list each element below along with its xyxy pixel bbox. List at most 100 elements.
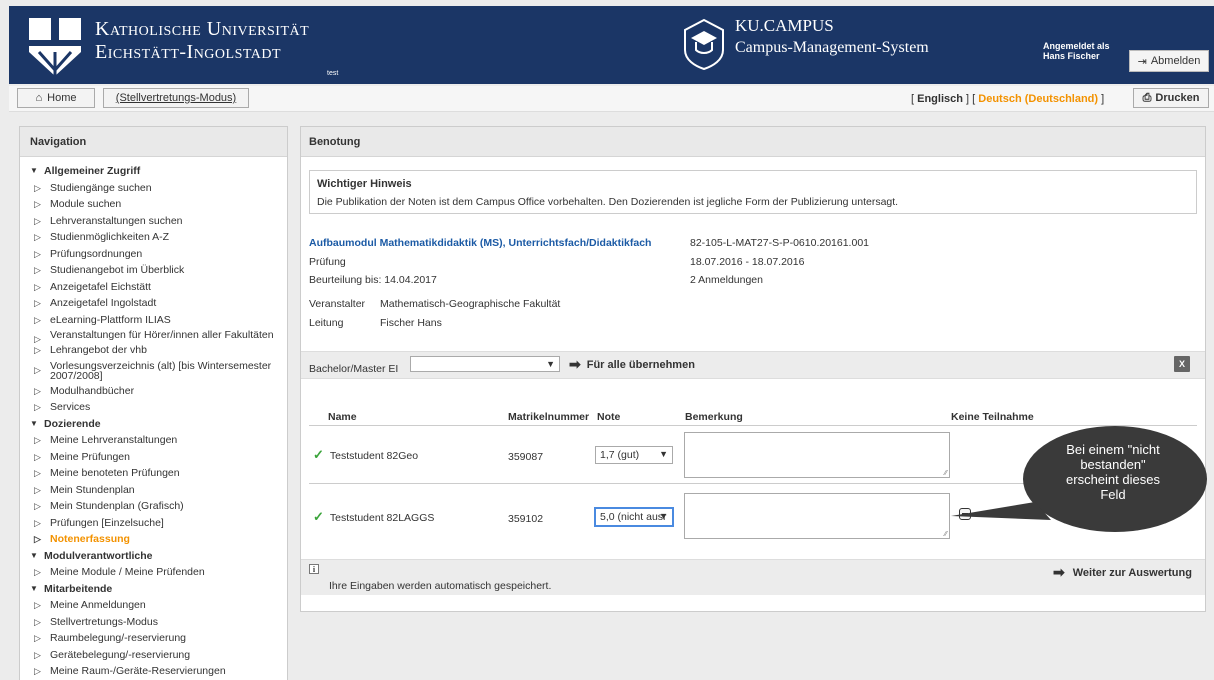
university-name-line2: Eichstätt-Ingolstadt [95, 41, 282, 63]
column-remark: Bemerkung [685, 411, 743, 423]
navigation-panel: Navigation Allgemeiner ZugriffStudiengän… [19, 126, 288, 680]
top-header: Katholische Universität Eichstätt-Ingols… [9, 6, 1214, 84]
login-label: Angemeldet als [1043, 41, 1110, 51]
logout-button[interactable]: ⇥ Abmelden [1129, 50, 1209, 72]
substitute-mode-button[interactable]: (Stellvertretungs-Modus) [103, 88, 249, 108]
sidebar-item-8[interactable]: Anzeigetafel Ingolstadt [30, 295, 287, 312]
grading-deadline: Beurteilung bis: 14.04.2017 [309, 274, 437, 286]
sidebar-item-14[interactable]: Services [30, 399, 287, 416]
user-name: Hans Fischer [1043, 51, 1100, 61]
sidebar-item-4[interactable]: Studienmöglichkeiten A-Z [30, 229, 287, 246]
arrow-right-icon: ➡ [1053, 564, 1065, 580]
lang-separator: ] [ [966, 93, 976, 105]
sidebar-item-2[interactable]: Module suchen [30, 196, 287, 213]
sidebar-item-9[interactable]: eLearning-Plattform ILIAS [30, 312, 287, 329]
table-row-2-name: ✓ Teststudent 82LAGGS [313, 509, 434, 525]
apply-all-label: Bachelor/Master EI [309, 363, 399, 375]
registration-count: 2 Anmeldungen [690, 274, 763, 286]
sidebar-item-30[interactable]: Meine Raum-/Geräte-Reservierungen [30, 663, 287, 680]
chevron-down-icon: ▼ [659, 449, 668, 459]
sidebar-item-20[interactable]: Mein Stundenplan (Grafisch) [30, 498, 287, 515]
campus-title: KU.CAMPUS [735, 16, 834, 35]
sidebar-item-3[interactable]: Lehrveranstaltungen suchen [30, 213, 287, 230]
sidebar-item-13[interactable]: Modulhandbücher [30, 383, 287, 400]
column-name: Name [328, 411, 357, 423]
home-label: Home [47, 92, 77, 104]
checkmark-icon: ✓ [313, 509, 324, 524]
important-notice: Wichtiger Hinweis Die Publikation der No… [309, 170, 1197, 214]
sidebar-item-5[interactable]: Prüfungsordnungen [30, 246, 287, 263]
print-button[interactable]: ⎙ Drucken [1133, 88, 1209, 108]
continue-to-evaluation-button[interactable]: ➡ Weiter zur Auswertung [1053, 564, 1192, 581]
course-id: 82-105-L-MAT27-S-P-0610.20161.001 [690, 237, 869, 249]
organizer-value: Mathematisch-Geographische Fakultät [380, 298, 561, 310]
university-name: Katholische Universität Eichstätt-Ingols… [95, 18, 309, 64]
home-icon: ⌂ [35, 92, 43, 104]
callout-line-4: Feld [1100, 487, 1126, 502]
sidebar-item-27[interactable]: Stellvertretungs-Modus [30, 614, 287, 631]
nav-group-25[interactable]: Mitarbeitende [30, 581, 287, 598]
footer-bar: i Ihre Eingaben werden automatisch gespe… [301, 559, 1205, 595]
grade-value: 5,0 (nicht ausr [600, 511, 667, 523]
apply-all-button[interactable]: ➡ Für alle übernehmen [569, 356, 695, 373]
sidebar-item-26[interactable]: Meine Anmeldungen [30, 597, 287, 614]
info-icon: i [309, 564, 319, 574]
organizer-label: Veranstalter [309, 298, 366, 310]
sidebar-item-7[interactable]: Anzeigetafel Eichstätt [30, 279, 287, 296]
lead-value: Fischer Hans [380, 317, 442, 329]
notice-title: Wichtiger Hinweis [317, 178, 412, 190]
autosave-notice: Ihre Eingaben werden automatisch gespeic… [329, 580, 552, 592]
sidebar-item-28[interactable]: Raumbelegung/-reservierung [30, 630, 287, 647]
sidebar-item-12[interactable]: Vorlesungsverzeichnis (alt) [bis Winters… [30, 359, 287, 383]
nav-group-23[interactable]: Modulverantwortliche [30, 548, 287, 565]
student-name: Teststudent 82LAGGS [329, 512, 435, 524]
logout-label: Abmelden [1150, 55, 1201, 67]
logout-icon: ⇥ [1137, 55, 1147, 68]
print-label: Drucken [1155, 92, 1200, 104]
lang-english-link[interactable]: Englisch [917, 93, 963, 105]
sidebar-item-19[interactable]: Mein Stundenplan [30, 482, 287, 499]
lang-bracket-open: [ [911, 93, 915, 105]
sidebar-item-29[interactable]: Gerätebelegung/-reservierung [30, 647, 287, 664]
grade-select[interactable]: 5,0 (nicht ausr ▼ [595, 508, 673, 526]
nav-group-0[interactable]: Allgemeiner Zugriff [30, 163, 287, 180]
sidebar-item-21[interactable]: Prüfungen [Einzelsuche] [30, 515, 287, 532]
column-absent: Keine Teilnahme [951, 411, 1034, 423]
sidebar-item-17[interactable]: Meine Prüfungen [30, 449, 287, 466]
campus-logo [684, 18, 724, 70]
course-title-link[interactable]: Aufbaumodul Mathematikdidaktik (MS), Unt… [309, 237, 651, 249]
test-label: test [327, 70, 339, 77]
continue-label: Weiter zur Auswertung [1072, 566, 1192, 579]
sidebar-item-22[interactable]: Notenerfassung [30, 531, 287, 548]
apply-all-grade-select[interactable]: ▼ [410, 356, 560, 372]
excel-icon[interactable]: X [1174, 356, 1190, 372]
sidebar-item-1[interactable]: Studiengänge suchen [30, 180, 287, 197]
nav-group-15[interactable]: Dozierende [30, 416, 287, 433]
sidebar-item-16[interactable]: Meine Lehrveranstaltungen [30, 432, 287, 449]
sidebar-item-6[interactable]: Studienangebot im Überblick [30, 262, 287, 279]
chevron-down-icon: ▼ [659, 511, 668, 521]
grade-select[interactable]: 1,7 (gut) ▼ [595, 446, 673, 464]
student-name: Teststudent 82Geo [329, 450, 419, 462]
notice-text: Die Publikation der Noten ist dem Campus… [317, 196, 899, 208]
sidebar-item-10[interactable]: Veranstaltungen für Hörer/innen aller Fa… [30, 328, 287, 344]
lang-german-link[interactable]: Deutsch (Deutschland) [978, 93, 1098, 105]
panel-title: Benotung [301, 127, 1205, 157]
chevron-down-icon: ▼ [546, 359, 555, 369]
apply-all-bar: Bachelor/Master EI ▼ ➡ Für alle übernehm… [301, 351, 1205, 379]
home-button[interactable]: ⌂ Home [17, 88, 95, 108]
arrow-right-icon: ➡ [569, 356, 581, 372]
navigation-list: Allgemeiner ZugriffStudiengänge suchenMo… [20, 157, 287, 680]
language-selector: [ Englisch ] [ Deutsch (Deutschland) ] [911, 93, 1104, 105]
sidebar-item-11[interactable]: Lehrangebot der vhb [30, 342, 287, 359]
printer-icon: ⎙ [1142, 91, 1152, 104]
sidebar-item-24[interactable]: Meine Module / Meine Prüfenden [30, 564, 287, 581]
sidebar-item-18[interactable]: Meine benoteten Prüfungen [30, 465, 287, 482]
column-grade: Note [597, 411, 621, 423]
university-name-line1: Katholische Universität [95, 18, 310, 40]
table-row-1-name: ✓ Teststudent 82Geo [313, 447, 418, 463]
toolbar: ⌂ Home (Stellvertretungs-Modus) [ Englis… [9, 86, 1214, 112]
grade-value: 1,7 (gut) [600, 449, 640, 461]
lang-bracket-close: ] [1101, 93, 1105, 105]
lead-label: Leitung [309, 317, 344, 329]
